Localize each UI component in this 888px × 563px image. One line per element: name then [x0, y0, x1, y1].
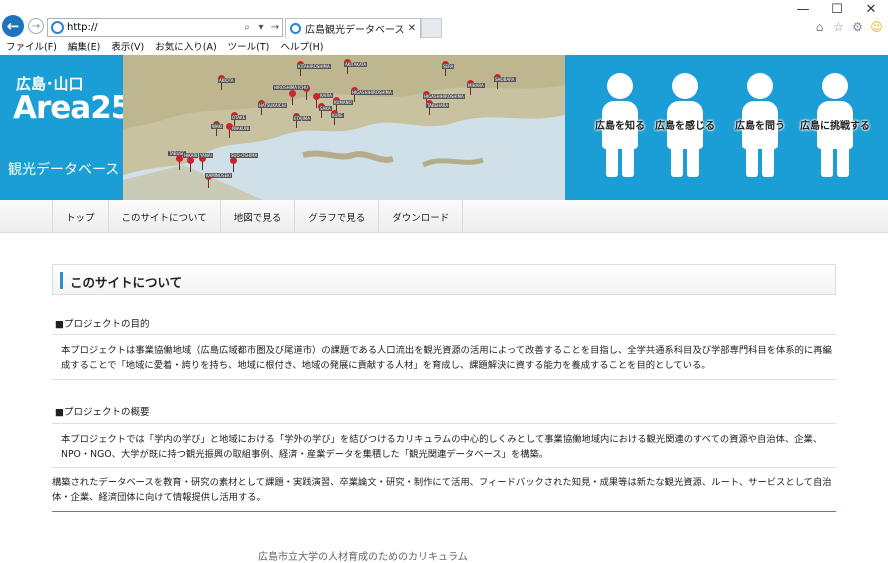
site-nav: トップ このサイトについて 地図で見る グラフで見る ダウンロード: [0, 200, 888, 233]
figure-know[interactable]: 広島を知る: [585, 73, 655, 183]
pin-label: IWAKUNI: [231, 126, 251, 131]
address-url[interactable]: http://: [67, 22, 240, 33]
pin-label: ETAJIMA: [293, 116, 311, 121]
page-heading-box: このサイトについて: [52, 264, 836, 295]
figure-caption: 広島を問う: [735, 121, 785, 132]
figure-feel[interactable]: 広島を感じる: [650, 73, 720, 183]
pin-label: SHOBARA: [494, 77, 516, 82]
figure-challenge[interactable]: 広島に挑戦する: [800, 73, 870, 183]
close-icon[interactable]: ✕: [854, 0, 888, 18]
home-icon[interactable]: ⌂: [812, 19, 827, 34]
pin-label: KAIRA: [319, 93, 333, 98]
ie-page-icon: [51, 21, 64, 34]
favorites-star-icon[interactable]: ☆: [831, 19, 846, 34]
page-title: このサイトについて: [70, 275, 183, 290]
divider: [52, 423, 836, 424]
header-map-image: AKIOTA KITAHIROSHIMA AKITAKATA SERA SHOB…: [123, 55, 565, 200]
new-tab-button[interactable]: [421, 18, 442, 38]
toolbar-icons: ⌂ ☆ ⚙ ☺: [812, 19, 884, 34]
pin-label: HIROSHIMA: [273, 85, 299, 90]
nav-download[interactable]: ダウンロード: [379, 200, 464, 233]
menu-file[interactable]: ファイル(F): [0, 40, 62, 55]
site-header: 広島･山口 Area25 観光データベース AKIOTA KITAHIROSHI…: [0, 55, 888, 200]
logo-subtitle: 観光データベース: [8, 162, 120, 178]
pin-label: HATSUKAICHI: [258, 103, 287, 108]
browser-chrome: — ☐ ✕ ← → http:// ⌕ ▾ → 広島観光データベース ✕ ⌂ ☆…: [0, 0, 888, 55]
pin-label: KAMINOSEKI: [205, 173, 232, 178]
tab-close-icon[interactable]: ✕: [408, 23, 416, 34]
pin-label: SUO-OSHIMA: [230, 153, 259, 158]
pin-label: YANAI: [199, 153, 213, 158]
search-icon[interactable]: ⌕: [240, 22, 254, 33]
pin-label: AKIOTA: [218, 78, 235, 83]
header-figures: 広島を知る 広島を感じる 広島を問う 広島に挑戦する: [565, 55, 888, 200]
window-controls: — ☐ ✕: [786, 0, 888, 18]
figure-caption: 広島を知る: [595, 121, 645, 132]
site-logo[interactable]: 広島･山口 Area25 観光データベース: [0, 55, 132, 200]
menu-edit[interactable]: 編集(E): [62, 40, 105, 55]
dropdown-icon[interactable]: ▾: [254, 22, 268, 33]
figure-caption: 広島を感じる: [655, 121, 715, 132]
nav-about[interactable]: このサイトについて: [109, 200, 221, 233]
nav-map[interactable]: 地図で見る: [221, 200, 296, 233]
divider: [52, 334, 836, 335]
tab-page-icon: [290, 23, 301, 34]
content-end-rule: [52, 511, 836, 512]
logo-area25: Area25: [13, 90, 132, 126]
pin-label: HIGASHIHIROSHIMA: [423, 94, 465, 99]
pin-label: WAKI: [211, 124, 224, 129]
section-overview-text-2: 構築されたデータベースを教育・研究の素材として課題・実践演習、卒業論文・研究・制…: [52, 477, 832, 503]
divider: [52, 467, 836, 468]
pin-label: HIGASHIHIROSHIMA: [351, 90, 393, 95]
menu-favorites[interactable]: お気に入り(A): [149, 40, 221, 55]
maximize-icon[interactable]: ☐: [820, 0, 854, 18]
pin-label: TAKEHARA: [426, 103, 450, 108]
pin-label: SERA: [442, 64, 455, 69]
nav-top[interactable]: トップ: [53, 200, 109, 233]
gear-icon[interactable]: ⚙: [850, 19, 865, 34]
minimize-icon[interactable]: —: [786, 0, 820, 18]
section-overview-text: 本プロジェクトでは「学内の学び」と地域における「学外の学び」を結びつけるカリキュ…: [61, 434, 823, 460]
feedback-smiley-icon[interactable]: ☺: [869, 19, 884, 34]
pin-label: KITAHIROSHIMA: [297, 64, 331, 69]
pin-label: SAKA: [319, 106, 332, 111]
forward-arrow-icon[interactable]: →: [28, 18, 44, 34]
pin-label: MIHARA: [467, 83, 485, 88]
menu-bar: ファイル(F) 編集(E) 表示(V) お気に入り(A) ツール(T) ヘルプ(…: [0, 40, 328, 55]
tab-title: 広島観光データベース: [305, 25, 405, 36]
browser-tab[interactable]: 広島観光データベース ✕: [285, 18, 421, 38]
pin-label: KUMANO: [333, 100, 353, 105]
pin-label: KURE: [331, 113, 344, 118]
section-purpose-text: 本プロジェクトは事業協働地域（広島広域都市圏及び尾道市）の課題である人口流出を観…: [61, 345, 832, 371]
menu-view[interactable]: 表示(V): [105, 40, 149, 55]
divider: [52, 379, 836, 380]
nav-graph[interactable]: グラフで見る: [295, 200, 380, 233]
heading-accent-bar: [60, 272, 63, 289]
figure-caption: 広島に挑戦する: [800, 121, 870, 132]
pin-label: AKITAKATA: [344, 62, 368, 67]
section-purpose-title: ■プロジェクトの目的: [55, 319, 150, 330]
menu-help[interactable]: ヘルプ(H): [274, 40, 328, 55]
address-bar[interactable]: http:// ⌕ ▾ →: [47, 18, 283, 37]
back-arrow-icon[interactable]: ←: [2, 15, 24, 37]
go-arrow-icon[interactable]: →: [268, 22, 282, 33]
pin-label: OTAKE: [231, 115, 247, 120]
menu-tools[interactable]: ツール(T): [222, 40, 275, 55]
figure-question[interactable]: 広島を問う: [725, 73, 795, 183]
section-overview-title: ■プロジェクトの概要: [55, 407, 150, 418]
pin-label: HIKARI: [183, 153, 199, 158]
